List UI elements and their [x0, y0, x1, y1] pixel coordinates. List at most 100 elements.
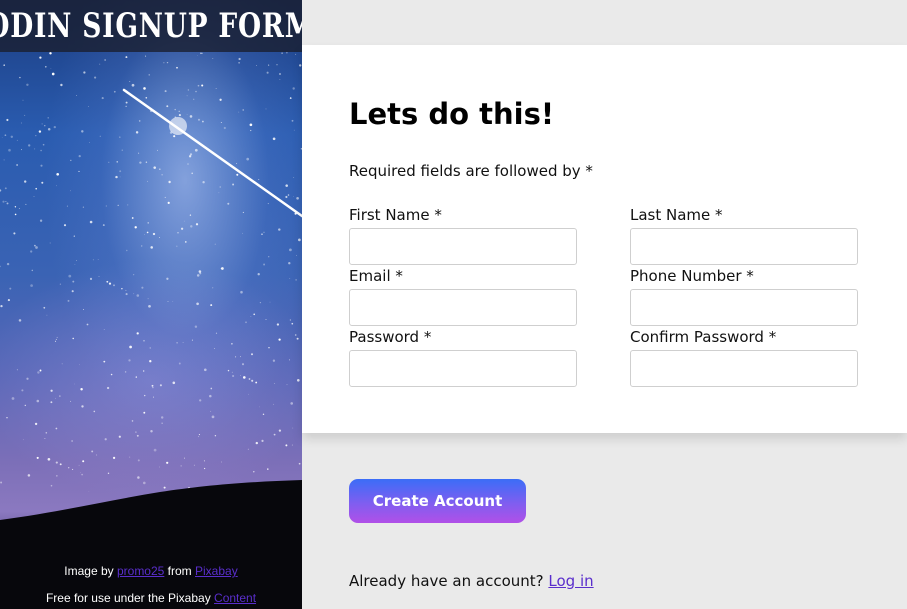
star [40, 149, 42, 152]
credit-site-link[interactable]: Pixabay [195, 564, 238, 578]
star [166, 461, 169, 464]
star [287, 194, 290, 196]
last-name-input[interactable] [630, 228, 858, 265]
star [251, 353, 253, 356]
star [0, 189, 2, 192]
create-account-button[interactable]: Create Account [349, 479, 526, 523]
star [272, 137, 276, 141]
first-name-label: First Name * [349, 206, 442, 224]
star [294, 334, 297, 336]
star [191, 339, 193, 341]
star [68, 274, 72, 278]
star [81, 130, 84, 133]
star [239, 356, 241, 358]
star [161, 422, 163, 424]
star [227, 202, 230, 205]
star [28, 144, 31, 147]
star [153, 448, 157, 452]
star [214, 243, 216, 245]
credit-author-link[interactable]: promo25 [117, 564, 164, 578]
star [189, 115, 193, 118]
star [201, 52, 203, 54]
star [112, 456, 116, 460]
star [166, 105, 169, 108]
star [289, 319, 292, 321]
star [160, 416, 164, 419]
star [210, 387, 213, 390]
first-name-input[interactable] [349, 228, 577, 265]
star [193, 98, 195, 100]
star [82, 460, 85, 463]
star [161, 174, 163, 176]
star [6, 118, 9, 122]
star [232, 183, 235, 186]
star [147, 180, 148, 182]
license-prefix: Free for use under the Pixabay [45, 591, 215, 605]
email-input[interactable] [349, 289, 577, 326]
star [59, 395, 61, 397]
star [5, 201, 7, 203]
star [102, 224, 105, 227]
star [10, 135, 14, 139]
star [115, 175, 118, 179]
star [248, 393, 250, 395]
star [54, 340, 57, 342]
star [82, 206, 85, 208]
star [266, 71, 269, 74]
star [38, 130, 42, 133]
star [197, 118, 201, 121]
star [286, 52, 288, 54]
star [281, 52, 283, 54]
star [167, 201, 170, 205]
license-link[interactable]: Content [214, 591, 256, 605]
star [0, 304, 3, 308]
star [49, 52, 52, 55]
star [50, 484, 53, 487]
star [103, 360, 106, 363]
star [3, 159, 5, 161]
star [55, 397, 56, 399]
shooting-star [122, 88, 302, 218]
star [92, 259, 94, 261]
star [268, 64, 270, 66]
star [276, 64, 278, 66]
star [8, 148, 11, 152]
star [78, 464, 80, 466]
star [107, 472, 110, 475]
star [221, 461, 222, 463]
star [9, 287, 12, 290]
confirm-password-input[interactable] [630, 350, 858, 387]
password-input[interactable] [349, 350, 577, 387]
star [168, 180, 171, 184]
star [151, 384, 154, 387]
star [285, 184, 288, 187]
star [203, 460, 205, 462]
star [187, 89, 190, 91]
hero-panel: ODIN SIGNUP FORM Image by promo25 from P… [0, 0, 302, 609]
hero-title: ODIN SIGNUP FORM [0, 6, 302, 46]
star [272, 359, 276, 362]
star [198, 270, 202, 273]
star [108, 161, 110, 163]
star [223, 126, 226, 130]
star [80, 472, 81, 474]
star [134, 226, 137, 229]
star [159, 237, 160, 238]
star [248, 378, 251, 380]
star [127, 204, 129, 206]
star [291, 444, 293, 446]
star [138, 152, 140, 154]
star [242, 109, 244, 111]
login-prompt-text: Already have an account? [349, 572, 549, 590]
phone-input[interactable] [630, 289, 858, 326]
star [86, 323, 89, 326]
star [56, 172, 60, 176]
star [268, 347, 270, 349]
phone-group: Phone Number * [630, 267, 858, 326]
star [47, 127, 51, 131]
star [195, 223, 199, 226]
star [1, 136, 3, 138]
login-link[interactable]: Log in [548, 572, 593, 590]
star [182, 342, 184, 343]
star [242, 211, 244, 213]
